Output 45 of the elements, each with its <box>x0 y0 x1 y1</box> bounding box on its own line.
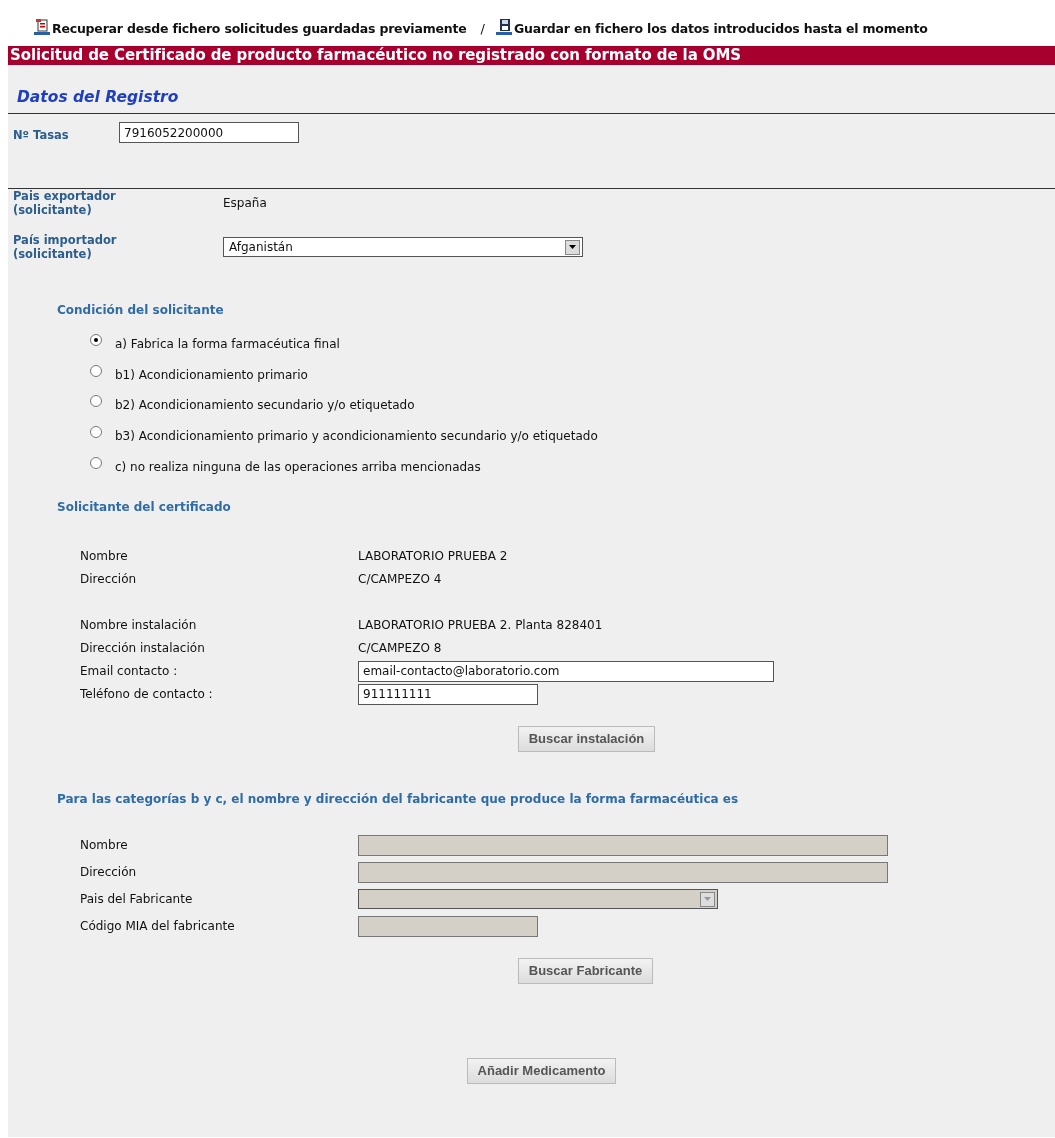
search-facility-button[interactable]: Buscar instalación <box>517 725 656 752</box>
radio-button[interactable] <box>90 395 102 408</box>
radio-button[interactable] <box>90 364 102 377</box>
field-label: Nº Tasas <box>13 127 70 142</box>
radio-button[interactable] <box>90 426 102 439</box>
search-manufacturer-button[interactable]: Buscar Fabricante <box>517 957 654 984</box>
field-label: Email contacto : <box>80 664 179 679</box>
field-label: Nombre <box>80 549 129 564</box>
field-value: C/CAMPEZO 4 <box>358 572 442 587</box>
document-icon[interactable] <box>33 18 51 36</box>
radio-label[interactable]: b1) Acondicionamiento primario <box>115 367 308 382</box>
floppy-icon[interactable] <box>494 18 513 36</box>
section-heading: Condición del solicitante <box>56 303 225 317</box>
toolbar-link[interactable]: Recuperar desde fichero solicitudes guardadas previamente <box>52 21 467 36</box>
field-value: C/CAMPEZO 8 <box>358 641 442 656</box>
toolbar-link[interactable]: Guardar en fichero los datos introducidos hasta el momento <box>513 21 928 36</box>
field-label: Pais del Fabricante <box>80 892 194 907</box>
add-medicine-button[interactable]: Añadir Medicamento <box>466 1057 617 1084</box>
section-heading: Para las categorías b y c, el nombre y dirección del fabricante que produce la forma farmacéutica es <box>56 791 740 806</box>
field-label: Nombre instalación <box>80 618 198 633</box>
field-value: España <box>223 196 267 210</box>
field-value: LABORATORIO PRUEBA 2. Planta 828401 <box>358 618 603 633</box>
radio-button[interactable] <box>90 334 102 347</box>
separator-slash: / <box>480 21 485 36</box>
radio-label[interactable]: b3) Acondicionamiento primario y acondicionamiento secundario y/o etiquetado <box>115 429 598 444</box>
input-field[interactable]: 911111111 <box>358 683 538 705</box>
input-field[interactable]: 7916052200000 <box>119 122 299 143</box>
radio-button[interactable] <box>90 456 102 469</box>
field-value: LABORATORIO PRUEBA 2 <box>358 549 508 564</box>
field-label: Pais exportador (solicitante) <box>13 189 117 217</box>
radio-label[interactable]: a) Fabrica la forma farmacéutica final <box>115 337 340 352</box>
field-label: Dirección <box>80 572 138 587</box>
field-label: Teléfono de contacto : <box>80 687 214 702</box>
field-label: Código MIA del fabricante <box>80 919 236 934</box>
radio-label[interactable]: b2) Acondicionamiento secundario y/o etiquetado <box>115 398 415 413</box>
field-label: Dirección <box>80 865 138 880</box>
input-field[interactable]: email-contacto@laboratorio.com <box>358 660 774 682</box>
radio-label[interactable]: c) no realiza ninguna de las operaciones arriba mencionadas <box>115 459 481 474</box>
page-title-bar: Solicitud de Certificado de producto farmacéutico no registrado con formato de la OMS <box>8 46 1055 65</box>
section-heading: Solicitante del certificado <box>56 499 232 514</box>
dropdown[interactable]: Afganistán <box>223 237 583 257</box>
section-heading: Datos del Registro <box>16 87 180 108</box>
field-label: Dirección instalación <box>80 641 206 656</box>
field-label: País importador (solicitante) <box>13 233 118 261</box>
field-label: Nombre <box>80 838 129 853</box>
